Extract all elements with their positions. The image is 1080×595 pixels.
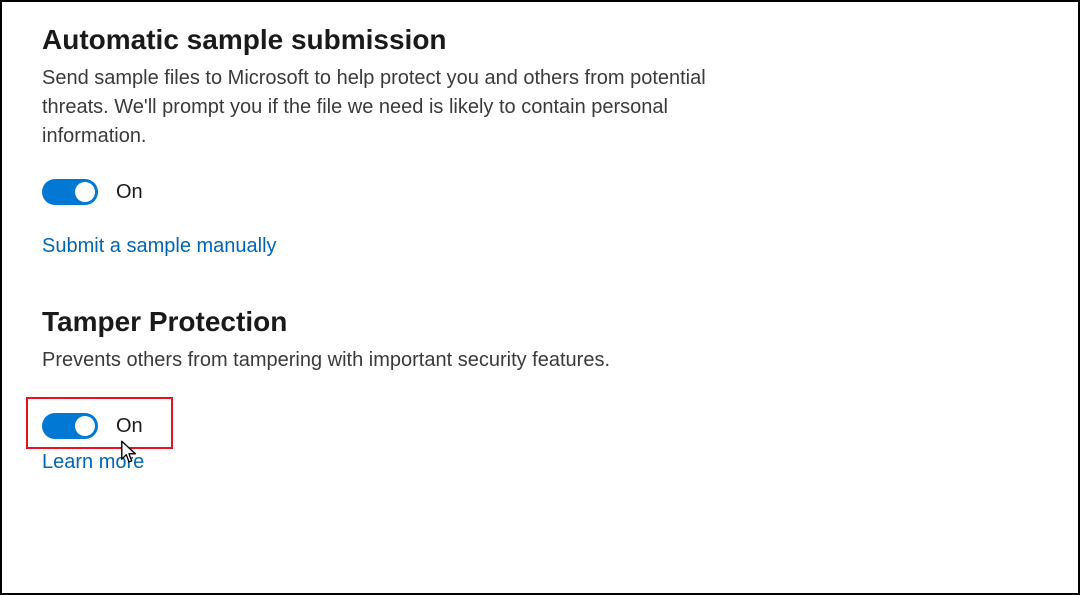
- automatic-sample-submission-toggle-label: On: [116, 181, 143, 204]
- tamper-protection-title: Tamper Protection: [42, 306, 1038, 338]
- automatic-sample-submission-section: Automatic sample submission Send sample …: [42, 24, 1038, 258]
- automatic-sample-submission-title: Automatic sample submission: [42, 24, 1038, 56]
- tamper-protection-section: Tamper Protection Prevents others from t…: [42, 306, 1038, 474]
- learn-more-link[interactable]: Learn more: [42, 451, 144, 474]
- automatic-sample-submission-toggle-row: On: [42, 179, 1038, 205]
- toggle-knob-icon: [75, 416, 95, 436]
- automatic-sample-submission-description: Send sample files to Microsoft to help p…: [42, 64, 762, 151]
- tamper-protection-toggle[interactable]: [42, 413, 98, 439]
- submit-sample-manually-link[interactable]: Submit a sample manually: [42, 235, 277, 258]
- tamper-protection-toggle-row: On: [42, 413, 143, 439]
- toggle-knob-icon: [75, 182, 95, 202]
- automatic-sample-submission-toggle[interactable]: [42, 179, 98, 205]
- tamper-protection-highlight-box: On: [26, 397, 173, 449]
- tamper-protection-toggle-label: On: [116, 415, 143, 438]
- tamper-protection-description: Prevents others from tampering with impo…: [42, 346, 762, 375]
